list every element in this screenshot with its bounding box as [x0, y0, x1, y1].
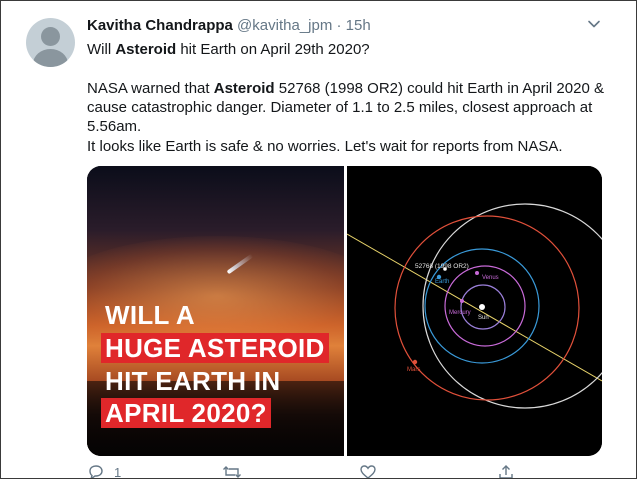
venus-label: Venus — [482, 275, 499, 281]
asteroid-label: 52768 (1998 OR2) — [415, 263, 469, 270]
chevron-down-icon[interactable] — [587, 17, 601, 31]
mercury-dot — [460, 299, 464, 303]
author-name[interactable]: Kavitha Chandrappa — [87, 17, 233, 34]
retweet-icon[interactable] — [222, 464, 242, 479]
orbit-diagram: 52768 (1998 OR2) Earth Venus Mercury Sun… — [347, 203, 602, 409]
media-image-right[interactable]: 52768 (1998 OR2) Earth Venus Mercury Sun… — [347, 166, 602, 456]
headline-line-2: HUGE ASTEROID — [101, 333, 329, 363]
headline-line-4: APRIL 2020? — [101, 398, 271, 428]
reply-count: 1 — [114, 465, 122, 479]
headline-line-1: WILL A — [105, 300, 195, 330]
like-icon[interactable] — [359, 464, 377, 479]
share-icon[interactable] — [497, 464, 515, 479]
avatar[interactable] — [26, 18, 75, 67]
tweet-actions: 1 — [87, 462, 527, 479]
text-segment: NASA warned that — [87, 80, 214, 97]
tweet-header: Kavitha Chandrappa @kavitha_jpm · 15h — [87, 16, 371, 36]
reply-icon[interactable] — [87, 464, 105, 479]
header-separator: · — [336, 17, 342, 34]
asteroid-orbit — [422, 203, 602, 409]
mars-label: Mars — [407, 367, 420, 373]
tweet-media[interactable]: WILL A HUGE ASTEROID HIT EARTH IN APRIL … — [87, 166, 602, 456]
text-segment: hit Earth on April 29th 2020? — [176, 41, 370, 58]
mars-dot — [412, 359, 418, 365]
headline-line-3: HIT EARTH IN — [105, 366, 281, 396]
sun-dot — [479, 304, 485, 310]
author-handle[interactable]: @kavitha_jpm — [237, 17, 332, 34]
avatar-body-shape — [33, 49, 68, 67]
tweet-text-line-3: It looks like Earth is safe & no worries… — [87, 138, 563, 155]
text-segment: Will — [87, 41, 116, 58]
mercury-label: Mercury — [449, 310, 471, 316]
avatar-head-shape — [41, 27, 60, 46]
hashtag-word: Asteroid — [213, 80, 275, 97]
hashtag-word: Asteroid — [115, 41, 177, 58]
tweet-card: Kavitha Chandrappa @kavitha_jpm · 15h Wi… — [0, 0, 637, 479]
media-image-left[interactable]: WILL A HUGE ASTEROID HIT EARTH IN APRIL … — [87, 166, 344, 456]
earth-label: Earth — [435, 279, 449, 285]
tweet-text-paragraph: NASA warned that Asteroid 52768 (1998 OR… — [87, 79, 607, 136]
venus-dot — [475, 271, 479, 275]
sun-label: Sun — [478, 315, 489, 321]
tweet-time[interactable]: 15h — [346, 17, 371, 34]
tweet-text-line-1: Will Asteroid hit Earth on April 29th 20… — [87, 40, 607, 59]
